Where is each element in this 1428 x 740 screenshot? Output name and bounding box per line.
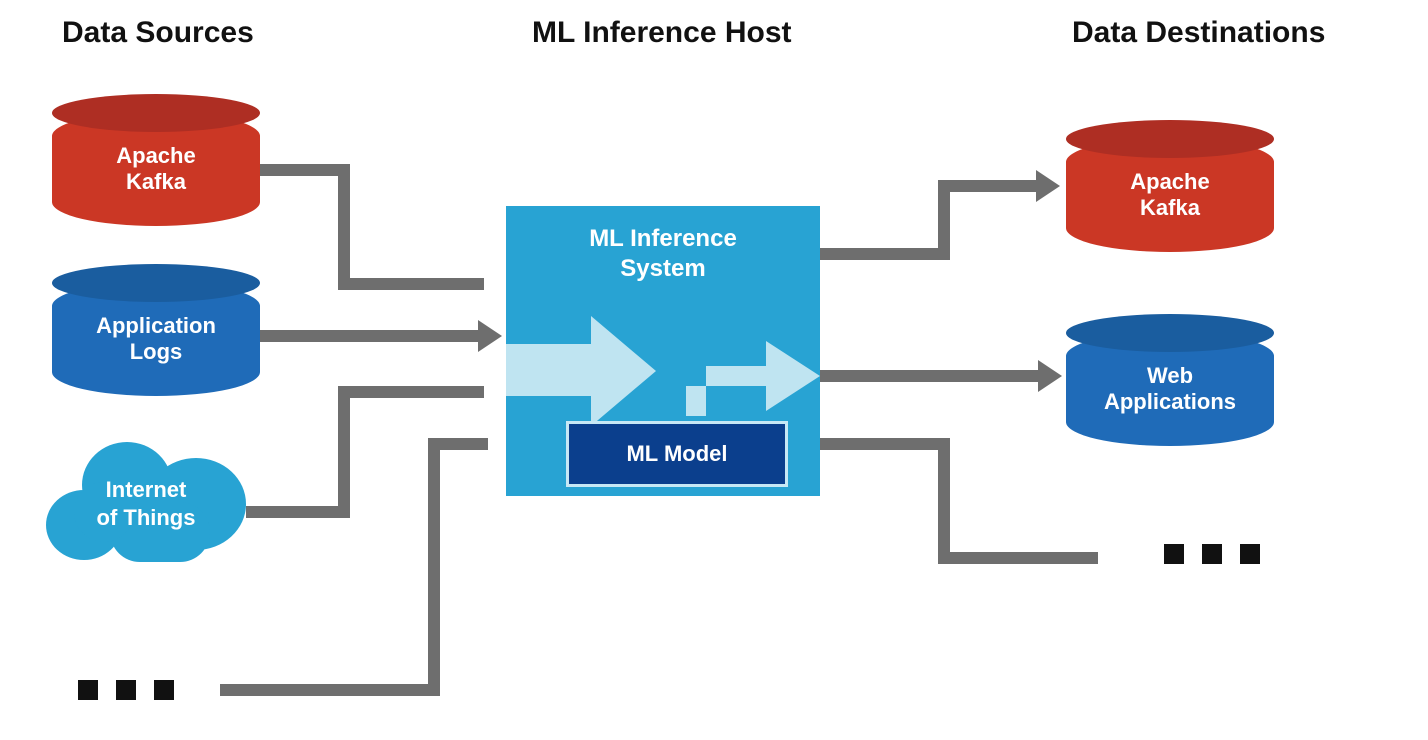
flow-src-logs-h (260, 330, 480, 342)
dest-kafka: ApacheKafka (1066, 138, 1274, 252)
flow-dst-more-h2 (938, 552, 1098, 564)
flow-src-kafka-h2 (338, 278, 484, 290)
dest-kafka-label: ApacheKafka (1130, 169, 1209, 222)
flow-src-kafka-v (338, 164, 350, 290)
flow-dst-kafka-v (938, 180, 950, 260)
dest-more-icon (1164, 544, 1278, 569)
heading-destinations: Data Destinations (1072, 16, 1325, 50)
source-logs-label: ApplicationLogs (96, 313, 216, 366)
flow-src-iot-h2 (338, 386, 484, 398)
flow-dst-kafka-h (820, 248, 950, 260)
source-iot-label: Internetof Things (46, 476, 246, 531)
dest-web: WebApplications (1066, 332, 1274, 446)
ml-model-box: ML Model (566, 421, 788, 487)
flow-dst-kafka-arrow (1036, 170, 1060, 202)
inference-host-box: ML InferenceSystem ML Model (506, 206, 820, 496)
flow-src-kafka-h (260, 164, 350, 176)
flow-src-iot-h (246, 506, 350, 518)
source-logs: ApplicationLogs (52, 282, 260, 396)
dest-web-label: WebApplications (1104, 363, 1236, 416)
source-iot: Internetof Things (46, 432, 246, 560)
ml-model-label: ML Model (626, 441, 727, 467)
flow-src-more-v (428, 438, 440, 696)
flow-src-more-h (220, 684, 440, 696)
source-more-icon (78, 680, 192, 705)
flow-dst-web-arrow (1038, 360, 1062, 392)
heading-host: ML Inference Host (532, 16, 792, 50)
flow-dst-web-h (820, 370, 1040, 382)
flow-dst-more-v (938, 438, 950, 564)
flow-arrowhead-into-host (478, 320, 502, 352)
heading-sources: Data Sources (62, 16, 254, 50)
flow-dst-more-h (820, 438, 950, 450)
flow-src-more-h2 (428, 438, 488, 450)
flow-dst-kafka-h2 (938, 180, 1038, 192)
source-kafka-label: ApacheKafka (116, 143, 195, 196)
flow-src-iot-v (338, 386, 350, 518)
source-kafka: ApacheKafka (52, 112, 260, 226)
